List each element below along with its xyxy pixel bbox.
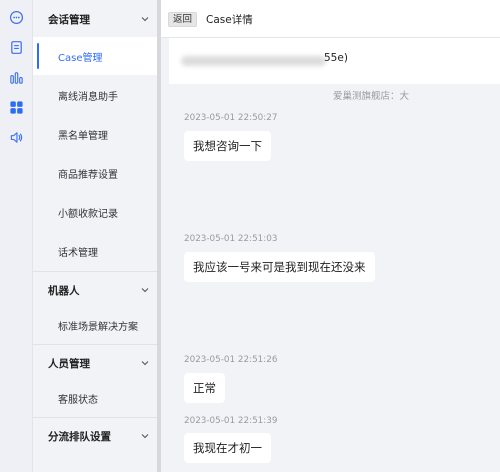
message-bubble: 我现在才初一 <box>184 433 271 463</box>
page-title: Case详情 <box>206 14 253 26</box>
sidebar-item-label: 黑名单管理 <box>58 130 108 142</box>
sidebar-item-agent-status[interactable]: 客服状态 <box>33 379 157 417</box>
chevron-down-icon <box>141 361 149 366</box>
sidebar-item-label: 标准场景解决方案 <box>58 321 138 333</box>
sidebar-item-label: 离线消息助手 <box>58 91 118 103</box>
sidebar-item-blacklist-management[interactable]: 黑名单管理 <box>33 115 157 153</box>
chevron-down-icon <box>141 288 149 293</box>
case-id: 55e) <box>324 52 348 64</box>
message-timestamp: 2023-05-01 22:51:03 <box>184 234 278 244</box>
sidebar-item-label: 商品推荐设置 <box>58 169 118 181</box>
sidebar-item-script-management[interactable]: 话术管理 <box>33 232 157 270</box>
back-button[interactable]: 返回 <box>168 12 198 27</box>
sidebar-item-small-payment-records[interactable]: 小额收款记录 <box>33 193 157 231</box>
group-title: 人员管理 <box>48 357 90 370</box>
sidebar-item-offline-message-assistant[interactable]: 离线消息助手 <box>33 76 157 114</box>
sidebar-item-label: 小额收款记录 <box>58 208 118 220</box>
group-title: 会话管理 <box>48 13 90 26</box>
case-header: 55e) <box>169 38 500 84</box>
message-bubble: 正常 <box>184 373 225 403</box>
message-timestamp: 2023-05-01 22:51:26 <box>184 355 278 365</box>
shop-label: 爱巢测旗舰店：大 <box>333 91 410 102</box>
sidebar-group-robot[interactable]: 机器人 <box>33 271 157 309</box>
sidebar-item-standard-scenario-solutions[interactable]: 标准场景解决方案 <box>33 306 157 344</box>
page-header: 返回 Case详情 <box>161 0 500 38</box>
chat-icon[interactable] <box>8 9 25 26</box>
chevron-down-icon <box>141 434 149 439</box>
sidebar-item-label: Case管理 <box>58 52 103 64</box>
case-detail-panel: 返回 Case详情 55e) 爱巢测旗舰店：大 2023-05-01 22:50… <box>161 0 500 472</box>
sidebar-item-case-management[interactable]: Case管理 <box>33 37 157 75</box>
sidebar-item-product-recommendation[interactable]: 商品推荐设置 <box>33 154 157 192</box>
message-timestamp: 2023-05-01 22:50:27 <box>184 113 278 123</box>
message-timestamp: 2023-05-01 22:51:39 <box>184 416 278 426</box>
message-bubble: 我想咨询一下 <box>184 131 271 161</box>
sidebar-group-staff-management[interactable]: 人员管理 <box>33 344 157 382</box>
sidebar-menu: 会话管理 Case管理 离线消息助手 黑名单管理 商品推荐设置 小额收款记录 话… <box>33 0 157 472</box>
sidebar-item-label: 话术管理 <box>58 247 98 259</box>
chevron-down-icon <box>141 17 149 22</box>
speaker-icon[interactable] <box>8 129 25 146</box>
document-icon[interactable] <box>8 39 25 56</box>
sidebar-group-queue-settings[interactable]: 分流排队设置 <box>33 417 157 455</box>
sidebar-item-label: 客服状态 <box>58 394 98 406</box>
apps-icon[interactable] <box>8 99 25 116</box>
sidebar-group-session-management[interactable]: 会话管理 <box>33 0 157 38</box>
redacted-customer-id <box>181 56 326 66</box>
icon-rail <box>0 0 33 472</box>
group-title: 分流排队设置 <box>48 430 111 443</box>
message-bubble: 我应该一号来可是我到现在还没来 <box>184 252 375 282</box>
group-title: 机器人 <box>48 284 80 297</box>
stats-icon[interactable] <box>8 69 25 86</box>
